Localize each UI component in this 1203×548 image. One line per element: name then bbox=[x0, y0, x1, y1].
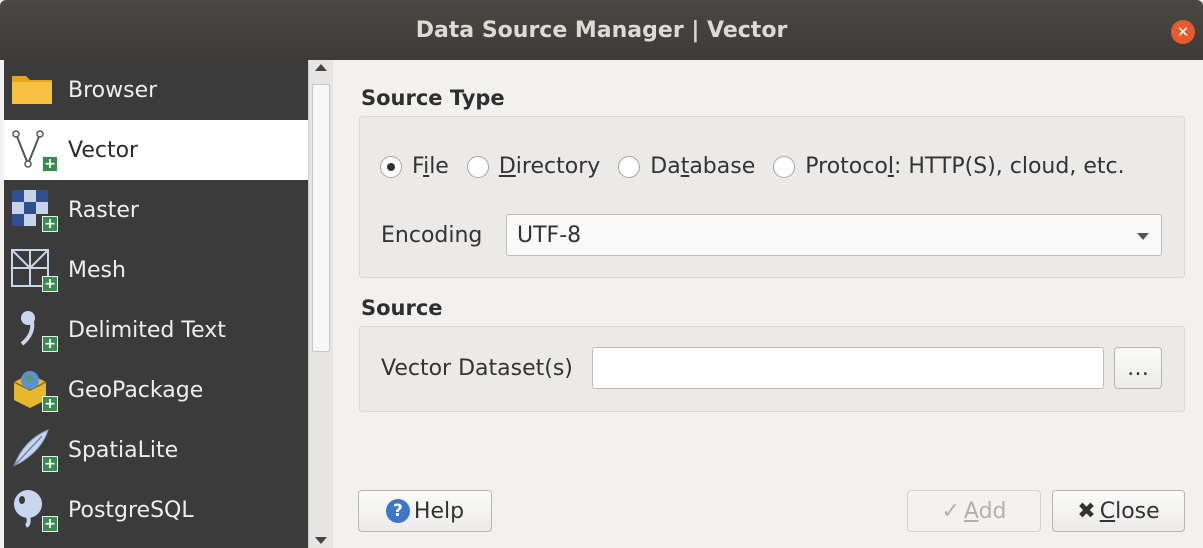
close-button[interactable]: ✖ Close bbox=[1052, 490, 1185, 532]
radio-file-button[interactable] bbox=[380, 155, 402, 178]
vector-dataset-label: Vector Dataset(s) bbox=[381, 356, 573, 381]
sidebar-item-label: Raster bbox=[68, 197, 139, 223]
checkmark-icon: ✓ bbox=[941, 498, 960, 524]
folder-icon bbox=[10, 68, 60, 112]
mesh-icon: + bbox=[10, 248, 60, 292]
sidebar-item-raster[interactable]: + Raster bbox=[4, 180, 308, 240]
radio-protocol[interactable]: Protocol: HTTP(S), cloud, etc. bbox=[773, 154, 1125, 179]
add-plus-icon: + bbox=[42, 216, 58, 232]
sidebar-item-browser[interactable]: Browser bbox=[4, 60, 308, 120]
sidebar-item-label: PostgreSQL bbox=[68, 497, 194, 523]
sidebar-item-delimited-text[interactable]: + Delimited Text bbox=[4, 300, 308, 360]
sidebar-item-vector[interactable]: + Vector bbox=[4, 120, 308, 180]
radio-directory[interactable]: Directory bbox=[466, 154, 601, 179]
vector-dataset-input[interactable] bbox=[592, 347, 1104, 389]
radio-file[interactable]: File bbox=[380, 154, 449, 179]
scrollbar-thumb[interactable] bbox=[312, 84, 330, 352]
close-icon: ✖ bbox=[1077, 498, 1096, 524]
help-icon: ? bbox=[385, 499, 410, 523]
encoding-select[interactable]: UTF-8 bbox=[506, 214, 1162, 256]
add-button[interactable]: ✓ Add bbox=[907, 490, 1041, 532]
help-button[interactable]: ? Help bbox=[358, 490, 492, 532]
add-plus-icon: + bbox=[42, 276, 58, 292]
radio-directory-button[interactable] bbox=[466, 155, 489, 178]
vector-icon: + bbox=[10, 128, 60, 172]
title-bar: Data Source Manager | Vector ✕ bbox=[0, 0, 1203, 60]
sidebar-scrollbar[interactable] bbox=[308, 60, 333, 548]
delimited-text-icon: + bbox=[10, 308, 60, 352]
encoding-value: UTF-8 bbox=[517, 222, 582, 248]
scroll-up-icon[interactable] bbox=[315, 64, 327, 71]
source-type-radio-group: File Directory Database Protocol: HTTP(S… bbox=[380, 154, 1125, 179]
radio-database[interactable]: Database bbox=[618, 154, 755, 179]
radio-database-button[interactable] bbox=[618, 155, 641, 178]
radio-protocol-button[interactable] bbox=[773, 155, 796, 178]
source-title: Source bbox=[361, 296, 443, 320]
sidebar-item-postgresql[interactable]: + PostgreSQL bbox=[4, 480, 308, 540]
browse-button[interactable]: … bbox=[1114, 347, 1162, 389]
raster-icon: + bbox=[10, 188, 60, 232]
source-type-title: Source Type bbox=[361, 86, 505, 110]
radio-directory-label: Directory bbox=[498, 154, 601, 179]
sidebar-item-label: Mesh bbox=[68, 257, 126, 283]
encoding-label: Encoding bbox=[381, 223, 483, 248]
geopackage-icon: + bbox=[10, 368, 60, 412]
sidebar-item-label: GeoPackage bbox=[68, 377, 204, 403]
sidebar: Browser + Vector + Raster + Mesh + Delim… bbox=[4, 60, 308, 548]
sidebar-item-label: Delimited Text bbox=[68, 317, 226, 343]
add-label: Add bbox=[963, 498, 1007, 524]
sidebar-item-label: Vector bbox=[68, 137, 139, 163]
window-title: Data Source Manager | Vector bbox=[415, 17, 788, 43]
sidebar-item-label: SpatiaLite bbox=[68, 437, 179, 463]
sidebar-item-geopackage[interactable]: + GeoPackage bbox=[4, 360, 308, 420]
sidebar-item-label: Browser bbox=[68, 77, 158, 103]
spatialite-icon: + bbox=[10, 428, 60, 472]
close-window-icon[interactable]: ✕ bbox=[1171, 20, 1195, 44]
browse-label: … bbox=[1127, 355, 1149, 381]
close-label: Close bbox=[1099, 498, 1160, 524]
sidebar-item-spatialite[interactable]: + SpatiaLite bbox=[4, 420, 308, 480]
add-plus-icon: + bbox=[42, 516, 58, 532]
postgresql-icon: + bbox=[10, 488, 60, 532]
add-plus-icon: + bbox=[42, 456, 58, 472]
add-plus-icon: + bbox=[42, 336, 58, 352]
add-plus-icon: + bbox=[42, 396, 58, 412]
radio-database-label: Database bbox=[650, 154, 756, 179]
sidebar-item-mesh[interactable]: + Mesh bbox=[4, 240, 308, 300]
chevron-down-icon bbox=[1137, 233, 1149, 240]
radio-file-label: File bbox=[412, 154, 449, 179]
add-plus-icon: + bbox=[42, 156, 58, 172]
help-label: Help bbox=[413, 498, 465, 524]
radio-protocol-label: Protocol: HTTP(S), cloud, etc. bbox=[805, 154, 1125, 179]
scroll-down-icon[interactable] bbox=[315, 537, 327, 544]
